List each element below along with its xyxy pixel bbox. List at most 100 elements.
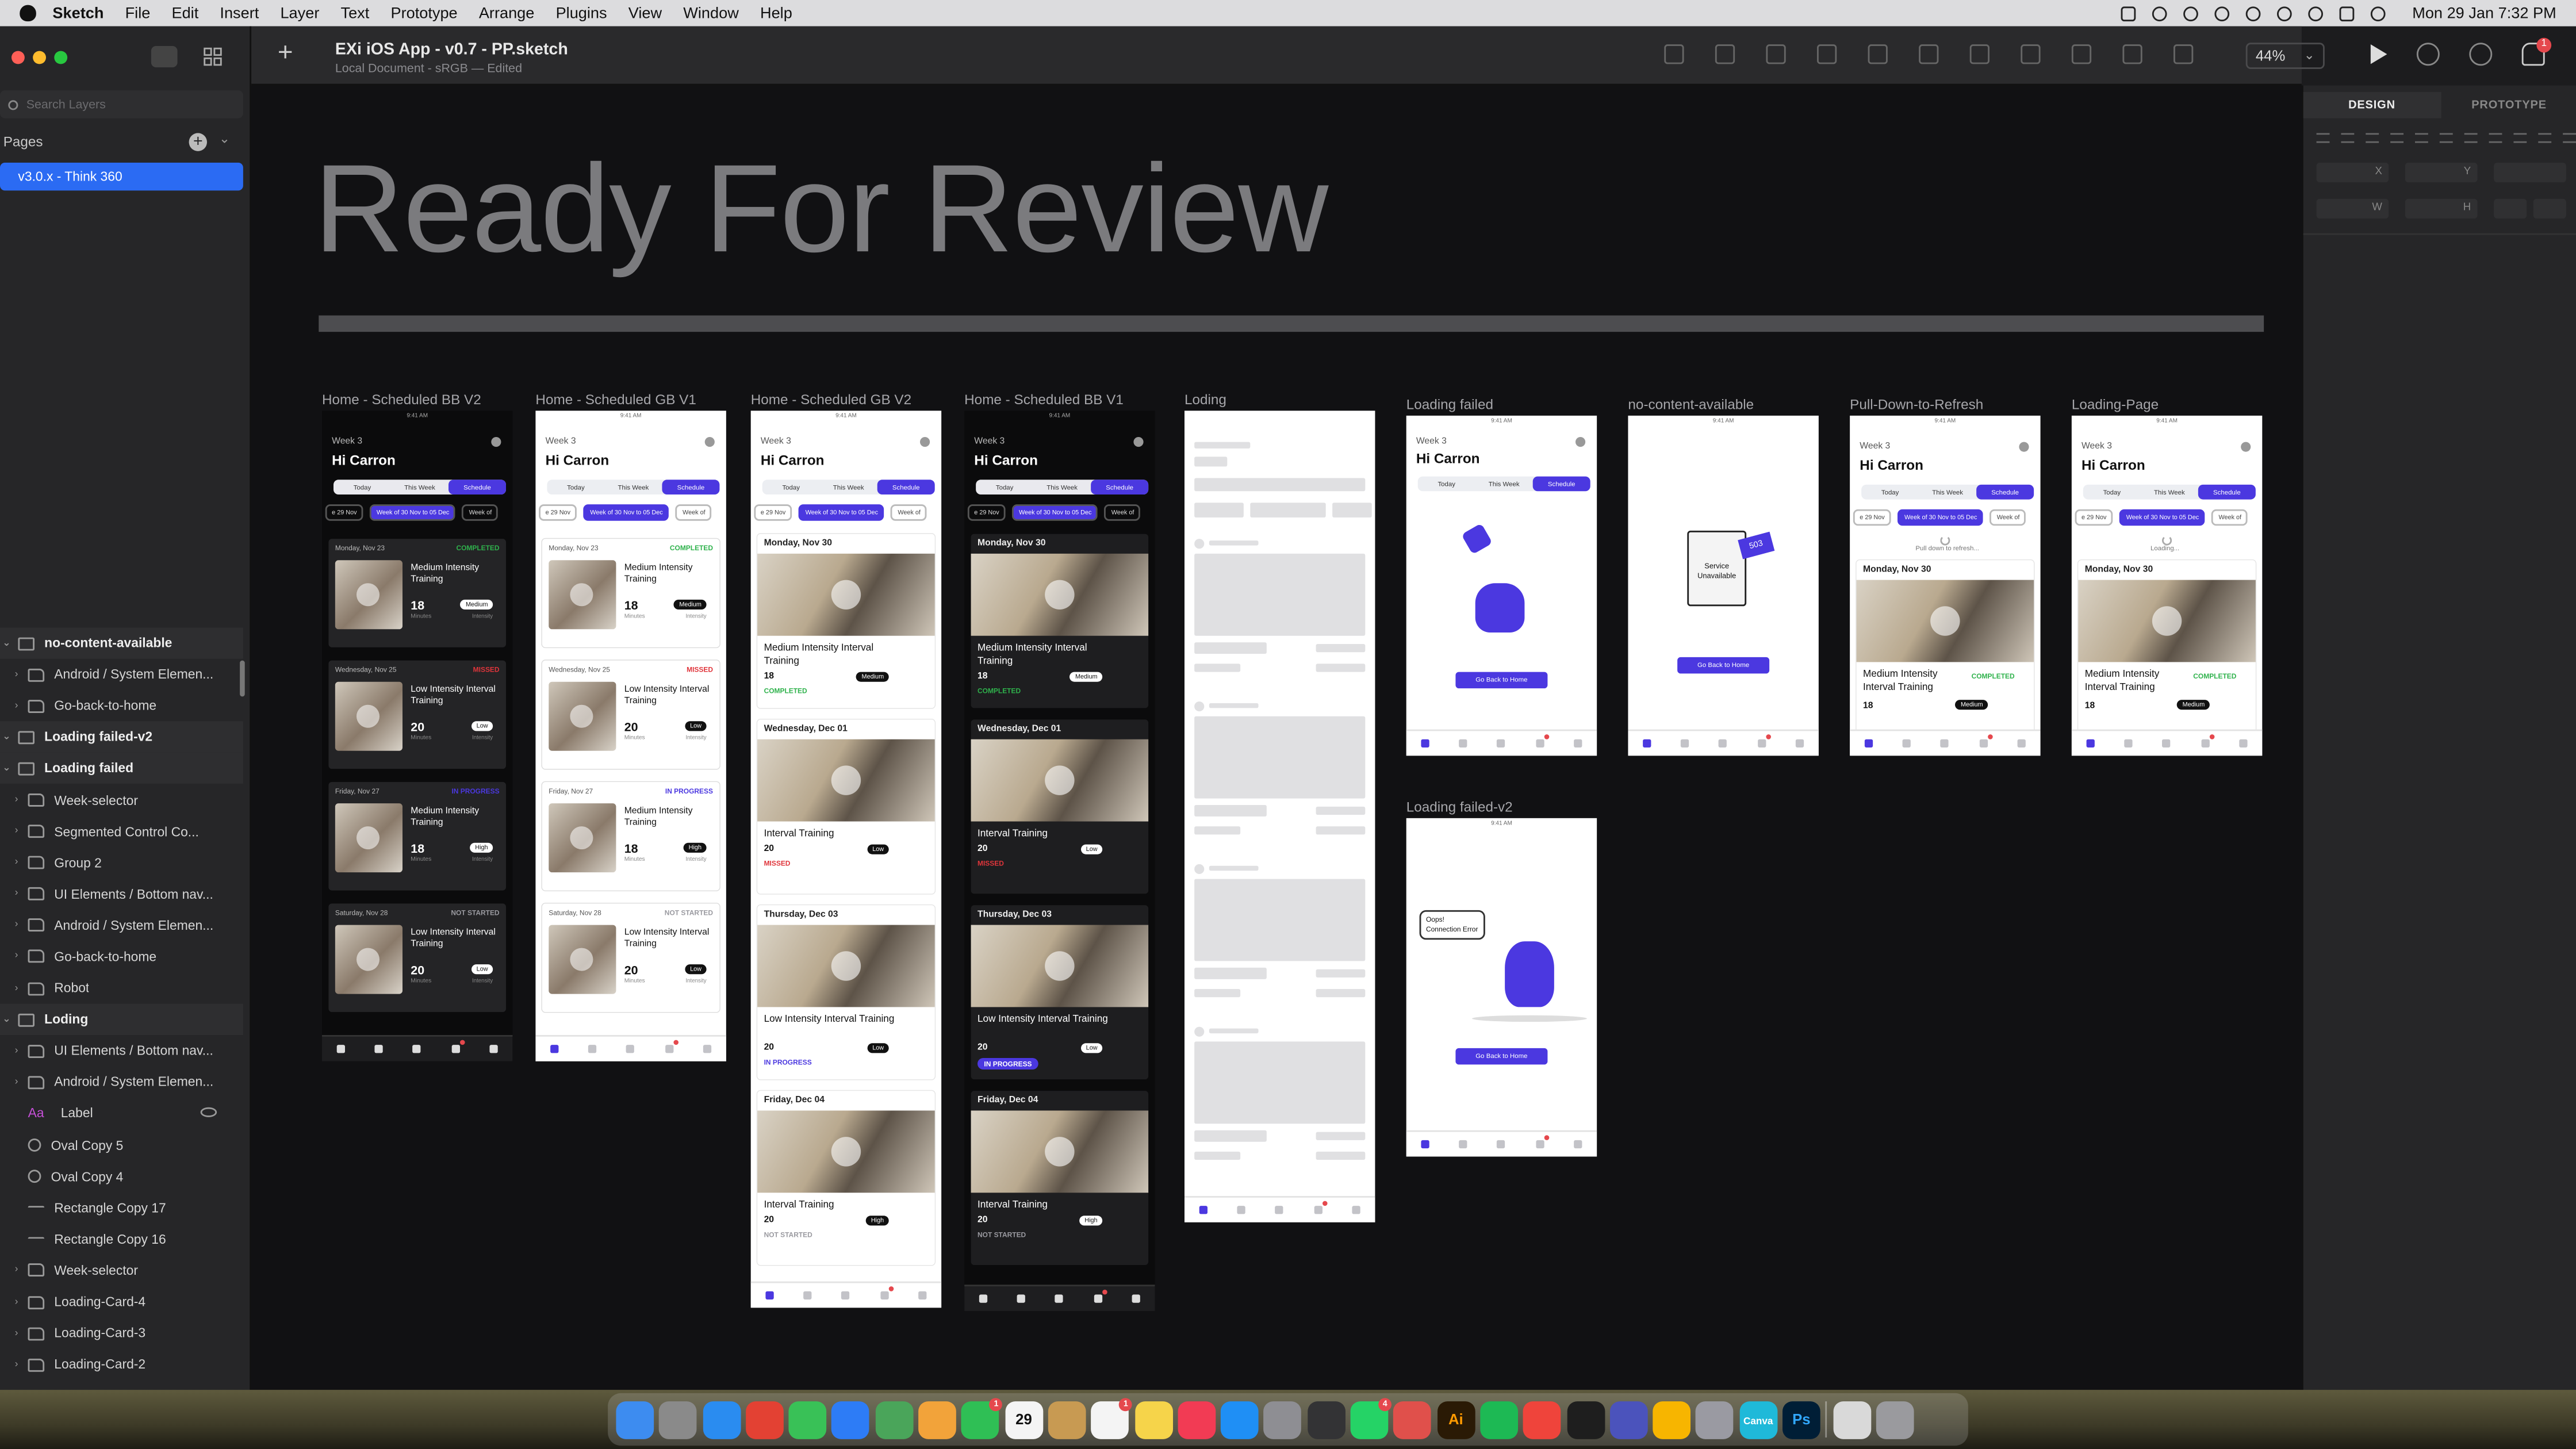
minimize-window-button[interactable] <box>33 51 46 64</box>
notifications-icon[interactable]: 1 <box>2521 37 2552 66</box>
close-window-button[interactable] <box>12 51 25 64</box>
layer-row[interactable]: ⌄ Loading failed <box>0 753 243 785</box>
insert-button[interactable]: + <box>278 40 293 69</box>
page-item-selected[interactable]: v3.0.x - Think 360 <box>0 162 243 191</box>
dock-anydesk-icon[interactable] <box>1523 1400 1561 1439</box>
layers-panel-toggle-icon[interactable] <box>151 46 178 68</box>
play-prototype-icon[interactable] <box>2370 44 2387 64</box>
width-field[interactable]: W <box>2316 198 2389 218</box>
align-center-icon[interactable] <box>2341 133 2355 143</box>
menu-view[interactable]: View <box>628 4 662 22</box>
height-field[interactable]: H <box>2405 198 2478 218</box>
siri-icon[interactable] <box>2371 6 2386 21</box>
distribute-h-icon[interactable] <box>2390 133 2404 143</box>
dock-font-book-icon[interactable] <box>1696 1400 1734 1439</box>
menu-edit[interactable]: Edit <box>171 4 198 22</box>
menu-text[interactable]: Text <box>341 4 370 22</box>
disclosure-arrow-icon[interactable]: › <box>10 670 23 680</box>
comment-icon[interactable] <box>2416 43 2440 66</box>
menu-insert[interactable]: Insert <box>220 4 259 22</box>
disclosure-arrow-icon[interactable]: › <box>10 1360 23 1370</box>
layer-row[interactable]: › Week-selector <box>0 784 243 816</box>
layer-row[interactable]: Rectangle Copy 16 <box>0 1224 243 1255</box>
artboard-label[interactable]: Home - Scheduled BB V1 <box>964 391 1124 408</box>
headphones-icon[interactable] <box>2246 6 2261 21</box>
dock-messages-icon[interactable] <box>788 1400 827 1439</box>
artboard-loading-page[interactable]: Loading-Page 9:41 AM Week 3 Hi Carron Today… <box>2071 396 2263 756</box>
artboard-label[interactable]: Pull-Down-to-Refresh <box>1850 396 1983 413</box>
layer-row[interactable]: › Go-back-to-home <box>0 941 243 973</box>
layer-row[interactable]: ⌄ Loading failed-v2 <box>0 722 243 753</box>
dock-teams-icon[interactable] <box>1609 1400 1648 1439</box>
artboard-home-scheduled-gb-v2[interactable]: Home - Scheduled GB V2 9:41 AM Week 3 Hi C… <box>750 391 942 1308</box>
artboard-label[interactable]: Loading-Page <box>2072 396 2159 413</box>
menu-layer[interactable]: Layer <box>280 4 319 22</box>
layer-row[interactable]: ⌄ no-content-available <box>0 627 243 659</box>
hidden-eye-icon[interactable] <box>200 1107 217 1118</box>
distribute-v-icon[interactable] <box>2489 133 2502 143</box>
dock-mail-icon[interactable] <box>832 1400 870 1439</box>
disclosure-arrow-icon[interactable]: › <box>10 1046 23 1056</box>
layer-row[interactable]: › Loading-Card-3 <box>0 1318 243 1350</box>
dock-spotify-icon[interactable] <box>1480 1400 1518 1439</box>
disclosure-arrow-icon[interactable]: › <box>10 1297 23 1307</box>
dock-chrome-icon[interactable] <box>745 1400 784 1439</box>
dock-figma-icon[interactable] <box>1566 1400 1605 1439</box>
artboard-label[interactable]: Loding <box>1184 391 1226 408</box>
search-layers-input[interactable]: Search Layers <box>0 90 243 118</box>
artboard-label[interactable]: Home - Scheduled GB V2 <box>751 391 911 408</box>
layer-row[interactable]: › Go-back-to-home <box>0 691 243 722</box>
layer-row[interactable]: › Segmented Control Co... <box>0 816 243 848</box>
disclosure-arrow-icon[interactable]: › <box>10 1266 23 1275</box>
layer-row[interactable]: › Loading-Card-4 <box>0 1286 243 1318</box>
layer-row[interactable]: › Week-selector <box>0 1255 243 1287</box>
chevron-down-icon[interactable]: ⌄ <box>219 132 230 147</box>
zoom-selector[interactable]: 44% ⌄ <box>2245 43 2325 69</box>
components-panel-icon[interactable] <box>204 47 223 66</box>
disclosure-arrow-icon[interactable]: › <box>10 921 23 930</box>
dock-launchpad-icon[interactable] <box>659 1400 697 1439</box>
menu-file[interactable]: File <box>125 4 151 22</box>
layer-row[interactable]: › Android / System Elemen... <box>0 910 243 941</box>
artboard-label[interactable]: Home - Scheduled GB V1 <box>535 391 696 408</box>
add-page-icon[interactable]: + <box>189 133 207 151</box>
dock-app-store-icon[interactable] <box>1221 1400 1259 1439</box>
disclosure-arrow-icon[interactable]: › <box>10 890 23 899</box>
disclosure-arrow-icon[interactable]: ⌄ <box>0 731 13 743</box>
align-extra-icon[interactable] <box>2513 133 2527 143</box>
artboard-loding[interactable]: Loding <box>1184 391 1375 1222</box>
dock-whatsapp-icon[interactable]: 4 <box>1350 1397 1392 1439</box>
disclosure-arrow-icon[interactable]: ⌄ <box>0 1014 13 1025</box>
scale-icon[interactable] <box>1969 44 1989 64</box>
align-middle-icon[interactable] <box>2439 133 2453 143</box>
layer-row[interactable]: Aa Label <box>0 1098 243 1130</box>
tab-design[interactable]: DESIGN <box>2303 92 2441 118</box>
bluetooth-icon[interactable] <box>2215 6 2230 21</box>
dock-notes-icon[interactable] <box>1134 1400 1172 1439</box>
artboard-label[interactable]: no-content-available <box>1628 396 1754 413</box>
intersect-icon[interactable] <box>2122 44 2142 64</box>
layer-row[interactable]: Oval Copy 5 <box>0 1129 243 1161</box>
dock-photos-icon[interactable] <box>918 1400 957 1439</box>
layer-list-scrollbar[interactable] <box>240 660 245 697</box>
sketch-status-icon[interactable] <box>2121 6 2137 21</box>
flip-h-icon[interactable] <box>2494 198 2527 218</box>
layer-row[interactable]: › Robot <box>0 973 243 1005</box>
dock-illustrator-icon[interactable]: Ai <box>1436 1400 1475 1439</box>
mask-icon[interactable] <box>1919 44 1939 64</box>
dock-sketch-icon[interactable] <box>1653 1400 1691 1439</box>
disclosure-arrow-icon[interactable]: ⌄ <box>0 638 13 649</box>
tab-prototype[interactable]: PROTOTYPE <box>2440 92 2576 118</box>
rotation-field[interactable] <box>2494 162 2566 183</box>
dock-calculator-icon[interactable] <box>1307 1400 1346 1439</box>
dock-trash-icon[interactable] <box>1876 1400 1914 1439</box>
spotlight-search-icon[interactable] <box>2309 6 2324 21</box>
layer-row[interactable]: ⌄ Loding <box>0 1004 243 1036</box>
menu-arrange[interactable]: Arrange <box>479 4 535 22</box>
artboard-no-content-available[interactable]: no-content-available 9:41 AM Service Una… <box>1628 396 1819 756</box>
dock-facetime-icon[interactable]: 1 <box>961 1397 1003 1439</box>
artboard-label[interactable]: Home - Scheduled BB V2 <box>322 391 481 408</box>
disclosure-arrow-icon[interactable]: › <box>10 1328 23 1338</box>
disclosure-arrow-icon[interactable]: › <box>10 701 23 711</box>
disclosure-arrow-icon[interactable]: › <box>10 858 23 868</box>
